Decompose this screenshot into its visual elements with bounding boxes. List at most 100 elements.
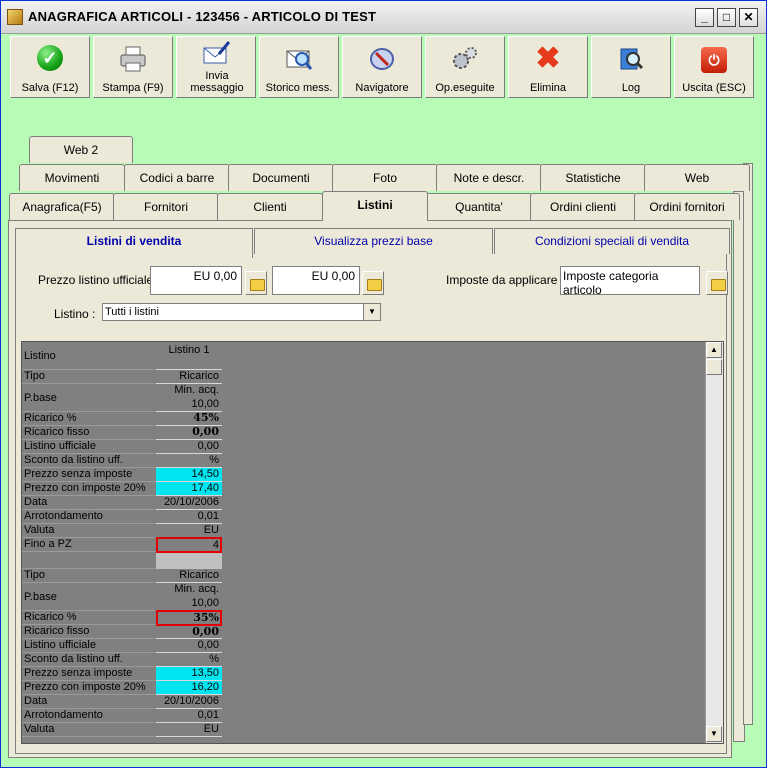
cell-valuta[interactable]: EU [156,723,222,737]
chevron-up-icon: ▲ [710,345,718,354]
scroll-up-button[interactable]: ▲ [706,342,722,358]
tab-foto[interactable]: Foto [332,164,438,191]
grid-vertical-scrollbar[interactable]: ▲ ▼ [705,342,723,743]
cell-pbase[interactable]: Min. acq. [156,384,222,398]
tab-codici-a-barre[interactable]: Codici a barre [124,164,230,191]
tab-web2[interactable]: Web 2 [29,136,133,163]
scroll-down-button[interactable]: ▼ [706,726,722,742]
tab-anagrafica[interactable]: Anagrafica(F5) [9,193,115,220]
title-bar[interactable]: ANAGRAFICA ARTICOLI - 123456 - ARTICOLO … [1,1,766,34]
send-message-button[interactable]: Invia messaggio [176,36,256,98]
tab-web[interactable]: Web [644,164,750,191]
message-history-button[interactable]: Storico mess. [259,36,339,98]
cell-pbase-value[interactable]: 10,00 [156,398,222,412]
operations-button[interactable]: Op.eseguite [425,36,505,98]
save-label: Salva (F12) [21,82,79,94]
tab-statistiche[interactable]: Statistiche [540,164,646,191]
cell-prezzo-senza-imposte[interactable]: 14,50 [156,468,222,482]
chevron-down-icon: ▼ [710,729,718,738]
operations-label: Op.eseguite [435,82,495,94]
cell-valuta[interactable]: EU [156,524,222,538]
row-fino-a-pz: Fino a PZ [22,538,155,552]
imposte-field[interactable]: Imposte categoria articolo [560,266,700,297]
row-ricarico-perc: Ricarico % [22,412,155,426]
prezzo-listino-field-1[interactable]: EU 0,00 [150,266,242,295]
cell-arrotondamento[interactable]: 0,01 [156,510,222,524]
price-list-grid[interactable]: Listino Tipo P.base Ricarico % Ricarico … [21,341,724,744]
cell-sconto[interactable]: % [156,653,222,667]
listino-select[interactable]: Tutti i listini ▼ [102,303,381,321]
cell-data[interactable]: 20/10/2006 [156,496,222,510]
prezzo-listino-field-2[interactable]: EU 0,00 [272,266,360,295]
row-pbase: P.base [22,583,155,611]
cell-prezzo-con-imposte[interactable]: 16,20 [156,681,222,695]
cell-ricarico-fisso[interactable]: 0,00 [156,426,222,440]
cell-ricarico-fisso[interactable]: 0,00 [156,626,222,639]
tab-listini[interactable]: Listini [322,191,428,221]
row-pbase: P.base [22,384,155,412]
tab-fornitori[interactable]: Fornitori [113,193,219,220]
cell-ricarico-perc[interactable]: 35% [156,610,222,626]
cell-pbase-value[interactable]: 10,00 [156,597,222,611]
row-ricarico-fisso: Ricarico fisso [22,625,155,639]
save-button[interactable]: ✓ Salva (F12) [10,36,90,98]
tab-documenti[interactable]: Documenti [228,164,334,191]
cell-prezzo-senza-imposte[interactable]: 13,50 [156,667,222,681]
app-icon [7,9,23,25]
navigator-button[interactable]: Navigatore [342,36,422,98]
row-listino-ufficiale: Listino ufficiale [22,639,155,653]
imposte-label: Imposte da applicare : [446,273,565,287]
cell-fino-a-pz[interactable]: 4 [156,537,222,553]
tab-note-descr[interactable]: Note e descr. [436,164,542,191]
close-button[interactable]: ✕ [739,8,758,27]
cell-arrotondamento[interactable]: 0,01 [156,709,222,723]
cell-tipo[interactable]: Ricarico [156,370,222,384]
chevron-down-icon[interactable]: ▼ [363,304,380,320]
tab-page-shadow-2 [743,163,753,725]
listini-panel: Listini di vendita Visualizza prezzi bas… [8,220,732,758]
print-button[interactable]: Stampa (F9) [93,36,173,98]
listino-select-value: Tutti i listini [105,306,159,318]
row-prezzo-con-imposte: Prezzo con imposte 20% [22,482,155,496]
cell-listino-ufficiale[interactable]: 0,00 [156,639,222,653]
scroll-thumb[interactable] [706,359,722,375]
tab-quantita[interactable]: Quantita' [426,193,532,220]
cell-sconto[interactable]: % [156,454,222,468]
minimize-button[interactable]: _ [695,8,714,27]
row-valuta: Valuta [22,524,155,538]
subtab-prezzi-base[interactable]: Visualizza prezzi base [254,228,493,254]
log-label: Log [621,82,641,94]
maximize-button[interactable]: □ [717,8,736,27]
folder-button-2[interactable] [362,271,384,295]
tab-clienti[interactable]: Clienti [217,193,323,220]
log-button[interactable]: Log [591,36,671,98]
subtab-condizioni-speciali[interactable]: Condizioni speciali di vendita [494,228,730,254]
message-history-label: Storico mess. [265,82,333,94]
folder-button-1[interactable] [245,271,267,295]
folder-button-3[interactable] [706,271,728,295]
row-prezzo-con-imposte: Prezzo con imposte 20% [22,681,155,695]
window-title: ANAGRAFICA ARTICOLI - 123456 - ARTICOLO … [28,9,377,24]
article-window: ANAGRAFICA ARTICOLI - 123456 - ARTICOLO … [0,0,767,768]
folder-icon [367,279,382,291]
log-search-icon [616,45,646,73]
row-ricarico-perc: Ricarico % [22,611,155,625]
cell-tipo[interactable]: Ricarico [156,569,222,583]
exit-button[interactable]: ⏻ Uscita (ESC) [674,36,754,98]
delete-button[interactable]: ✖ Elimina [508,36,588,98]
cell-listino-ufficiale[interactable]: 0,00 [156,440,222,454]
cell-data[interactable]: 20/10/2006 [156,695,222,709]
cell-pbase[interactable]: Min. acq. [156,583,222,597]
tab-ordini-clienti[interactable]: Ordini clienti [530,193,636,220]
subtab-listini-vendita[interactable]: Listini di vendita [15,228,253,258]
maximize-icon: □ [722,10,731,24]
envelope-pen-icon [201,40,231,68]
check-icon: ✓ [37,45,63,71]
tab-ordini-fornitori[interactable]: Ordini fornitori [634,193,740,220]
delete-x-icon: ✖ [535,42,561,75]
print-label: Stampa (F9) [102,82,164,94]
row-data: Data [22,496,155,510]
cell-prezzo-con-imposte[interactable]: 17,40 [156,482,222,496]
tab-movimenti[interactable]: Movimenti [19,164,125,191]
cell-ricarico-perc[interactable]: 45% [156,412,222,426]
